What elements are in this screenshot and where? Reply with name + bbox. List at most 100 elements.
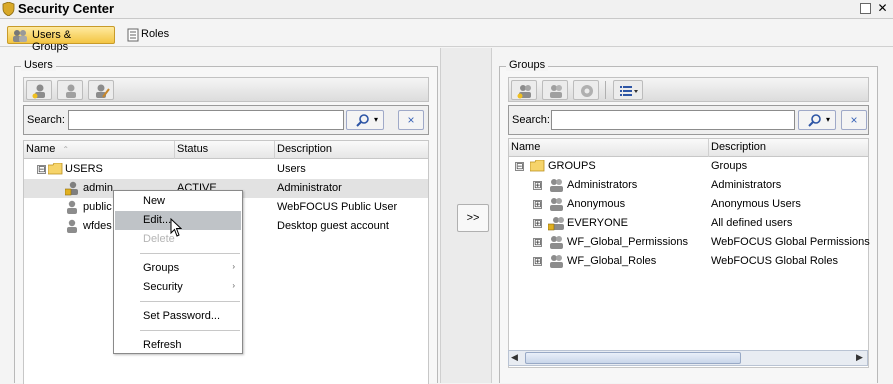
table-row[interactable]: ⊞ WF_Global_Permissions WebFOCUS Global … <box>509 233 870 252</box>
maximize-button[interactable] <box>860 3 871 14</box>
tree-root-description: Users <box>277 163 306 175</box>
menu-item-security[interactable]: Security › <box>115 278 241 297</box>
new-group-icon <box>517 85 531 99</box>
menu-separator <box>140 301 240 302</box>
view-options-button[interactable] <box>613 80 643 100</box>
users-search-bar: Search: ▾ × <box>23 105 429 135</box>
column-header-description[interactable]: Description <box>274 141 428 159</box>
groups-search-button[interactable]: ▾ <box>798 110 836 130</box>
mouse-cursor-icon <box>170 218 182 237</box>
group-icon <box>550 179 563 192</box>
user-name: public <box>83 201 112 213</box>
submenu-arrow-icon: › <box>232 262 235 271</box>
group-icon <box>550 236 563 249</box>
context-menu: New Edit... Delete Groups › Security › S… <box>113 190 243 354</box>
expand-icon[interactable]: ⊞ <box>533 238 542 247</box>
expand-icon[interactable]: ⊞ <box>533 257 542 266</box>
expand-icon[interactable]: ⊞ <box>533 200 542 209</box>
table-row[interactable]: ⊞ EVERYONE All defined users <box>509 214 868 233</box>
group-settings-button[interactable] <box>573 80 599 100</box>
expand-icon[interactable]: ⊞ <box>533 219 542 228</box>
users-search-clear-button[interactable]: × <box>398 110 424 130</box>
menu-separator <box>140 330 240 331</box>
column-header-name[interactable]: Name <box>509 139 708 157</box>
menu-item-refresh[interactable]: Refresh <box>115 336 241 355</box>
group-name: Administrators <box>567 179 638 191</box>
users-search-button[interactable]: ▾ <box>346 110 384 130</box>
user-name: wfdes <box>83 220 112 232</box>
edit-user-icon <box>96 84 110 98</box>
groups-panel: Groups Search: ▾ × Name Description ⊟ GR… <box>499 59 878 383</box>
group-name: WF_Global_Roles <box>567 255 657 267</box>
group-description: WebFOCUS Global Roles <box>711 255 838 267</box>
document-icon <box>127 28 139 42</box>
submenu-arrow-icon: › <box>232 281 235 290</box>
chevron-down-icon: ▾ <box>374 115 379 124</box>
title-bar: Security Center ✕ <box>0 0 893 19</box>
folder-icon <box>48 163 63 175</box>
close-button[interactable]: ✕ <box>877 2 888 14</box>
group-name: EVERYONE <box>567 217 628 229</box>
group-icon <box>550 255 563 268</box>
groups-search-bar: Search: ▾ × <box>508 105 869 135</box>
group-description: Administrators <box>711 179 782 191</box>
table-row[interactable]: ⊞ WF_Global_Roles WebFOCUS Global Roles <box>509 252 868 271</box>
menu-item-groups[interactable]: Groups › <box>115 259 241 278</box>
group-description: Anonymous Users <box>711 198 801 210</box>
user-properties-icon <box>66 84 76 98</box>
tree-root-description: Groups <box>711 160 748 172</box>
group-name: WF_Global_Permissions <box>567 236 689 248</box>
new-group-button[interactable] <box>511 80 537 100</box>
groups-horizontal-scrollbar[interactable]: ◀ ▶ <box>508 350 868 366</box>
collapse-icon[interactable]: ⊟ <box>37 165 46 174</box>
menu-item-set-password[interactable]: Set Password... <box>115 307 241 326</box>
groups-panel-title: Groups <box>506 59 549 71</box>
expand-icon[interactable]: ⊞ <box>533 181 542 190</box>
column-header-name[interactable]: Name ⌃ <box>24 141 174 159</box>
groups-search-clear-button[interactable]: × <box>841 110 867 130</box>
scrollbar-thumb[interactable] <box>525 352 741 364</box>
tab-users-groups[interactable]: Users & Groups <box>7 26 115 53</box>
scroll-left-icon[interactable]: ◀ <box>511 352 518 363</box>
users-grid-header: Name ⌃ Status Description <box>24 141 428 159</box>
table-row[interactable]: ⊞ Anonymous Anonymous Users <box>509 195 868 214</box>
group-description: All defined users <box>711 217 793 229</box>
group-properties-icon <box>550 85 562 98</box>
column-header-status[interactable]: Status <box>174 141 274 159</box>
table-row[interactable]: ⊞ Administrators Administrators <box>509 176 868 195</box>
tab-label: Roles <box>141 28 170 40</box>
list-view-icon <box>620 86 638 96</box>
tab-roles[interactable]: Roles <box>123 26 181 44</box>
collapse-icon[interactable]: ⊟ <box>515 162 524 171</box>
user-description: WebFOCUS Public User <box>277 201 398 213</box>
users-search-input[interactable] <box>68 110 344 130</box>
groups-grid: Name Description ⊟ GROUPS Groups ⊞ Admin… <box>508 138 870 368</box>
user-properties-button[interactable] <box>57 80 83 100</box>
scroll-right-icon[interactable]: ▶ <box>856 352 863 363</box>
search-label: Search: <box>27 114 65 126</box>
new-user-button[interactable] <box>26 80 52 100</box>
edit-user-button[interactable] <box>88 80 114 100</box>
window-title: Security Center <box>18 1 115 16</box>
sort-icon: ⌃ <box>62 145 70 154</box>
tree-root-users[interactable]: ⊟ USERS Users <box>24 160 428 179</box>
search-icon <box>356 114 369 127</box>
users-toolbar <box>23 77 429 102</box>
folder-icon <box>530 160 545 172</box>
add-to-group-button[interactable]: >> <box>457 204 489 232</box>
groups-grid-header: Name Description <box>509 139 868 157</box>
group-icon <box>550 198 563 211</box>
chevron-down-icon: ▾ <box>826 115 831 124</box>
user-description: Administrator <box>277 182 342 194</box>
user-icon <box>67 219 77 233</box>
search-label: Search: <box>512 114 550 126</box>
tree-root-label: USERS <box>65 163 103 175</box>
group-properties-button[interactable] <box>542 80 568 100</box>
column-header-description[interactable]: Description <box>708 139 868 157</box>
menu-item-new[interactable]: New <box>115 192 241 211</box>
groups-search-input[interactable] <box>551 110 795 130</box>
group-name: Anonymous <box>567 198 626 210</box>
locked-user-icon <box>65 181 78 196</box>
tree-root-groups[interactable]: ⊟ GROUPS Groups <box>509 157 868 176</box>
shield-icon <box>2 2 15 16</box>
